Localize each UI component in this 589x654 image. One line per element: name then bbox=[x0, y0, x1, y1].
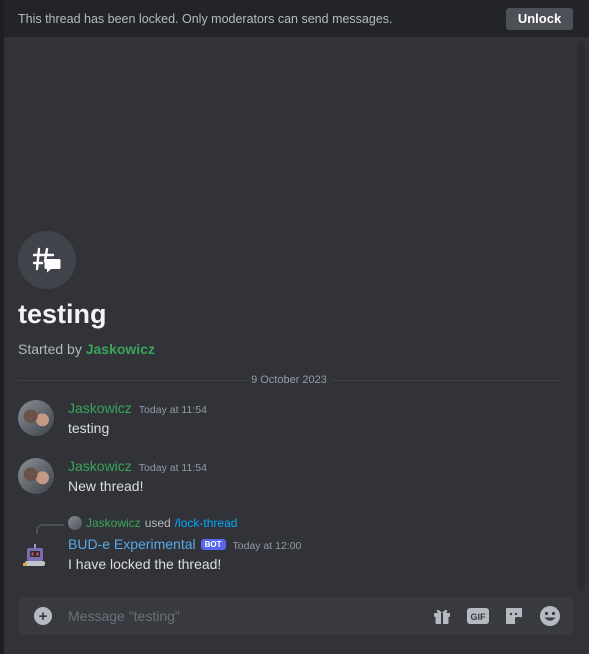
bot-author[interactable]: BUD-e Experimental bbox=[68, 536, 196, 552]
date-divider: 9 October 2023 bbox=[18, 373, 560, 387]
message: Jaskowicz Today at 11:54 testing bbox=[18, 400, 558, 440]
divider-date: 9 October 2023 bbox=[251, 374, 327, 386]
command-reference[interactable]: Jaskowicz used /lock-thread bbox=[68, 516, 237, 530]
message-author[interactable]: Jaskowicz bbox=[68, 400, 132, 416]
unlock-button[interactable]: Unlock bbox=[506, 7, 573, 30]
message-text: I have locked the thread! bbox=[68, 556, 222, 572]
gift-icon[interactable] bbox=[430, 604, 454, 628]
emoji-icon[interactable] bbox=[538, 604, 562, 628]
starter-username[interactable]: Jaskowicz bbox=[86, 341, 155, 357]
message-timestamp: Today at 11:54 bbox=[138, 404, 207, 416]
gif-icon[interactable]: GIF bbox=[466, 604, 490, 628]
thread-icon bbox=[18, 231, 76, 289]
divider-line bbox=[18, 379, 248, 381]
message-composer: + GIF bbox=[18, 597, 574, 635]
locked-notice: This thread has been locked. Only modera… bbox=[18, 11, 393, 26]
avatar[interactable] bbox=[18, 458, 54, 494]
reply-connector bbox=[36, 524, 64, 534]
message-input[interactable] bbox=[68, 608, 430, 624]
command-used-label: used bbox=[144, 516, 171, 530]
svg-text:GIF: GIF bbox=[471, 612, 487, 622]
sticker-icon[interactable] bbox=[502, 604, 526, 628]
started-by-label: Started by bbox=[18, 341, 82, 357]
command-user[interactable]: Jaskowicz bbox=[86, 516, 141, 530]
command-name[interactable]: /lock-thread bbox=[175, 516, 238, 530]
message-timestamp: Today at 12:00 bbox=[232, 540, 302, 552]
scrollbar[interactable] bbox=[577, 41, 585, 591]
divider-line bbox=[330, 379, 560, 381]
chat-area: testing Started by Jaskowicz 9 October 2… bbox=[4, 37, 589, 654]
add-icon[interactable]: + bbox=[34, 607, 52, 625]
bot-avatar[interactable] bbox=[18, 536, 54, 572]
bot-message: Jaskowicz used /lock-thread BUD-e Experi… bbox=[18, 516, 558, 578]
bot-badge: BOT bbox=[200, 538, 226, 550]
locked-thread-banner: This thread has been locked. Only modera… bbox=[4, 0, 589, 37]
message-timestamp: Today at 11:54 bbox=[138, 462, 207, 474]
message-author[interactable]: Jaskowicz bbox=[68, 458, 132, 474]
avatar[interactable] bbox=[18, 400, 54, 436]
thread-title: testing bbox=[18, 299, 107, 329]
started-by: Started by Jaskowicz bbox=[18, 341, 155, 357]
message-text: New thread! bbox=[68, 478, 144, 494]
mini-avatar bbox=[68, 516, 82, 530]
message: Jaskowicz Today at 11:54 New thread! bbox=[18, 458, 558, 498]
message-text: testing bbox=[68, 420, 110, 436]
